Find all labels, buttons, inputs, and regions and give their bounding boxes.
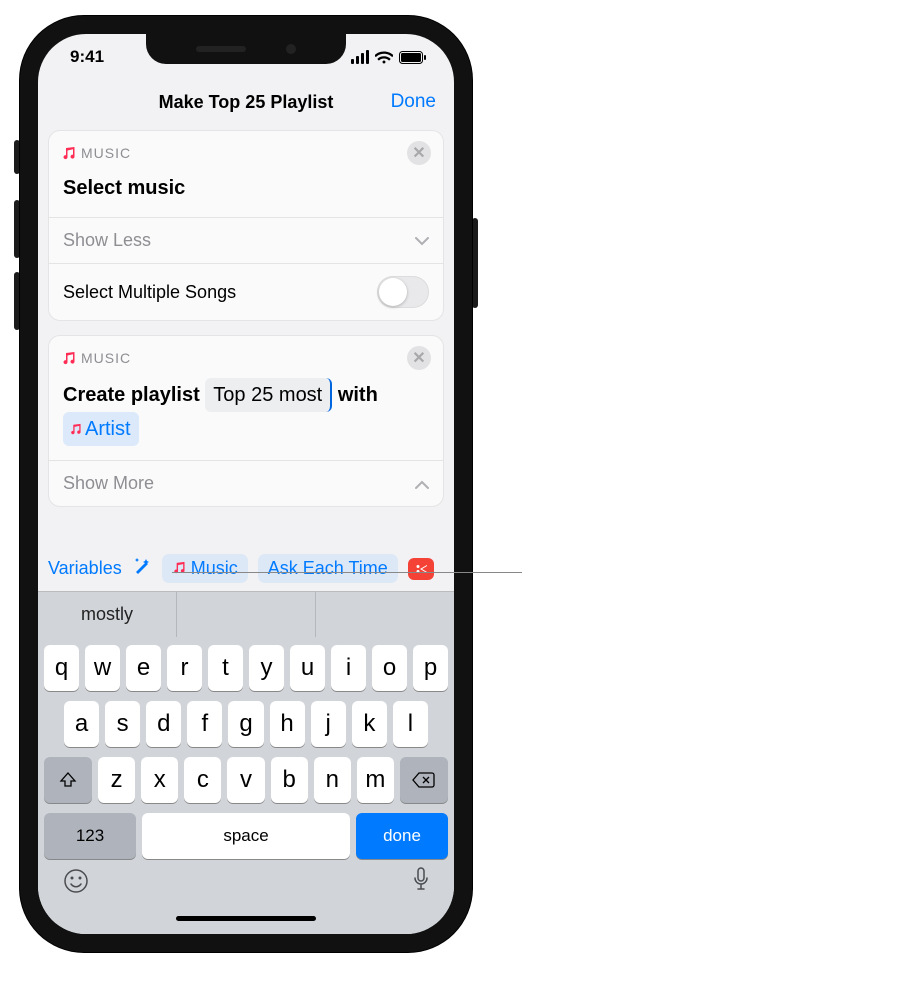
home-indicator[interactable] xyxy=(38,906,454,934)
callout-line xyxy=(172,572,522,573)
notch xyxy=(146,34,346,64)
music-icon xyxy=(69,414,81,444)
token-label: Artist xyxy=(85,414,131,444)
battery-icon xyxy=(399,51,426,64)
chevron-up-icon xyxy=(415,473,429,494)
show-less-row[interactable]: Show Less xyxy=(49,217,443,263)
music-icon xyxy=(61,146,75,160)
prediction-2[interactable] xyxy=(177,592,316,637)
key-c[interactable]: c xyxy=(184,757,221,803)
variable-toolbar: Variables Music Ask Each Time xyxy=(38,546,454,591)
select-multiple-label: Select Multiple Songs xyxy=(63,282,236,303)
key-z[interactable]: z xyxy=(98,757,135,803)
select-multiple-row: Select Multiple Songs xyxy=(49,263,443,320)
key-u[interactable]: u xyxy=(290,645,325,691)
app-name: MUSIC xyxy=(81,350,131,366)
cellular-icon xyxy=(351,50,369,64)
key-o[interactable]: o xyxy=(372,645,407,691)
action-prefix: Create playlist xyxy=(63,384,200,406)
key-r[interactable]: r xyxy=(167,645,202,691)
content-area: MUSIC ✕ Select music Show Less Select Mu… xyxy=(38,124,454,546)
key-b[interactable]: b xyxy=(271,757,308,803)
var-pill-ask-each-time[interactable]: Ask Each Time xyxy=(258,554,398,583)
key-w[interactable]: w xyxy=(85,645,120,691)
key-a[interactable]: a xyxy=(64,701,99,747)
key-m[interactable]: m xyxy=(357,757,394,803)
key-k[interactable]: k xyxy=(352,701,387,747)
prediction-1[interactable]: mostly xyxy=(38,592,177,637)
key-h[interactable]: h xyxy=(270,701,305,747)
select-multiple-switch[interactable] xyxy=(377,276,429,308)
playlist-name-input[interactable]: Top 25 most xyxy=(205,378,332,412)
show-more-label: Show More xyxy=(63,473,154,494)
key-y[interactable]: y xyxy=(249,645,284,691)
music-icon xyxy=(61,351,75,365)
key-g[interactable]: g xyxy=(228,701,263,747)
pill-label: Ask Each Time xyxy=(268,558,388,579)
dictation-key[interactable] xyxy=(412,867,430,900)
delete-action-button[interactable]: ✕ xyxy=(407,141,431,165)
key-j[interactable]: j xyxy=(311,701,346,747)
page-title: Make Top 25 Playlist xyxy=(159,92,334,113)
prediction-3[interactable] xyxy=(316,592,454,637)
action-content: Create playlist Top 25 most with Artist xyxy=(49,374,443,460)
space-key[interactable]: space xyxy=(142,813,350,859)
key-e[interactable]: e xyxy=(126,645,161,691)
power-button[interactable] xyxy=(472,218,478,308)
status-time: 9:41 xyxy=(70,47,104,67)
keyboard-done-key[interactable]: done xyxy=(356,813,448,859)
iphone-frame: 9:41 Make Top 25 Playlist Done xyxy=(20,16,472,952)
action-card-create-playlist: MUSIC ✕ Create playlist Top 25 most with… xyxy=(48,335,444,507)
pill-label: Music xyxy=(191,558,238,579)
key-p[interactable]: p xyxy=(413,645,448,691)
navbar: Make Top 25 Playlist Done xyxy=(38,80,454,124)
action-title[interactable]: Select music xyxy=(49,169,443,217)
scissors-icon xyxy=(414,562,428,576)
emoji-key[interactable] xyxy=(62,867,90,900)
key-n[interactable]: n xyxy=(314,757,351,803)
done-button[interactable]: Done xyxy=(391,91,436,113)
key-d[interactable]: d xyxy=(146,701,181,747)
variable-token-artist[interactable]: Artist xyxy=(63,412,139,446)
delete-action-button[interactable]: ✕ xyxy=(407,346,431,370)
app-name: MUSIC xyxy=(81,145,131,161)
keyboard: qwertyuiop asdfghjkl zxcvbnm 123 space d… xyxy=(38,637,454,906)
variables-button[interactable]: Variables xyxy=(48,558,122,579)
key-x[interactable]: x xyxy=(141,757,178,803)
action-mid: with xyxy=(338,384,378,406)
shift-key[interactable] xyxy=(44,757,92,803)
chevron-down-icon xyxy=(415,230,429,251)
wifi-icon xyxy=(375,51,393,64)
key-q[interactable]: q xyxy=(44,645,79,691)
var-pill-music[interactable]: Music xyxy=(162,554,248,583)
key-i[interactable]: i xyxy=(331,645,366,691)
key-f[interactable]: f xyxy=(187,701,222,747)
show-more-row[interactable]: Show More xyxy=(49,460,443,506)
prediction-bar: mostly xyxy=(38,591,454,637)
key-v[interactable]: v xyxy=(227,757,264,803)
key-t[interactable]: t xyxy=(208,645,243,691)
action-card-select-music: MUSIC ✕ Select music Show Less Select Mu… xyxy=(48,130,444,321)
music-icon xyxy=(172,558,185,579)
key-s[interactable]: s xyxy=(105,701,140,747)
key-l[interactable]: l xyxy=(393,701,428,747)
var-pill-clipboard[interactable] xyxy=(408,558,434,580)
show-less-label: Show Less xyxy=(63,230,151,251)
magic-wand-icon[interactable] xyxy=(132,556,152,581)
screen: 9:41 Make Top 25 Playlist Done xyxy=(38,34,454,934)
backspace-key[interactable] xyxy=(400,757,448,803)
numbers-key[interactable]: 123 xyxy=(44,813,136,859)
